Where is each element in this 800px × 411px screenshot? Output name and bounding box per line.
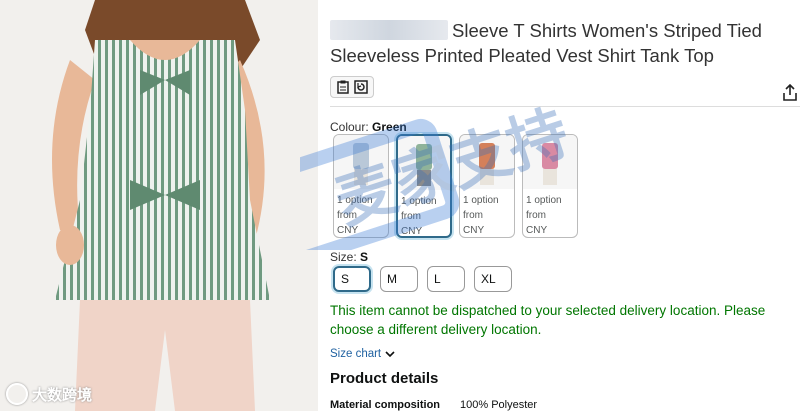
swatch-image	[460, 135, 514, 189]
swatch-image	[334, 135, 388, 189]
delivery-warning: This item cannot be dispatched to your s…	[330, 303, 766, 337]
swatch-meta: 1 option from CNY 77.50	[334, 189, 388, 237]
watermark-logo-icon	[6, 383, 28, 405]
swatch-option-count: 1 option	[337, 195, 373, 206]
colour-option-light-blue[interactable]: 1 option from CNY 77.50	[333, 134, 389, 238]
clipboard-icon[interactable]	[335, 79, 351, 95]
swatch-price: CNY 77.50	[463, 225, 484, 236]
colour-label: Colour: Green	[330, 120, 407, 134]
swatch-meta: 1 option from CNY 77.50	[460, 189, 514, 237]
size-selected-value: S	[360, 250, 369, 264]
colour-option-orange[interactable]: 1 option from CNY 77.50	[459, 134, 515, 238]
corner-watermark: 大数跨境	[6, 383, 92, 405]
swatch-from: from	[401, 211, 421, 222]
material-label: Material composition	[330, 399, 441, 411]
redacted-brand	[330, 20, 448, 40]
size-label-text: Size:	[330, 250, 357, 264]
size-option-s[interactable]: S	[333, 266, 371, 292]
colour-selected-value: Green	[372, 120, 407, 134]
product-main-image[interactable]: 大数跨境	[0, 0, 318, 411]
size-chart-link[interactable]: Size chart	[330, 348, 395, 360]
swatch-image	[398, 136, 450, 190]
size-option-m[interactable]: M	[380, 266, 418, 292]
swatch-shirt	[542, 143, 558, 169]
swatch-shirt	[416, 144, 432, 170]
product-details-heading: Product details	[330, 370, 439, 387]
size-chart-text: Size chart	[330, 348, 382, 360]
colour-label-text: Colour:	[330, 120, 369, 134]
size-option-l[interactable]: L	[427, 266, 465, 292]
swatch-option-count: 1 option	[526, 195, 562, 206]
size-option-xl[interactable]: XL	[474, 266, 512, 292]
swatch-option-count: 1 option	[401, 196, 437, 207]
colour-option-green[interactable]: 1 option from CNY 77.50	[396, 134, 452, 238]
swatch-from: from	[463, 210, 483, 221]
divider	[330, 106, 800, 107]
swatch-meta: 1 option from CNY 77.50	[398, 190, 450, 237]
swatch-price: CNY 77.50	[401, 226, 422, 237]
refresh-icon[interactable]	[353, 79, 369, 95]
swatch-shirt	[479, 143, 495, 169]
chevron-down-icon	[385, 351, 395, 358]
corner-watermark-text: 大数跨境	[32, 386, 93, 404]
size-label: Size: S	[330, 250, 368, 264]
colour-option-pink[interactable]: 1 option from CNY 77.50	[522, 134, 578, 238]
swatch-price: CNY 77.50	[526, 225, 547, 236]
product-title: Sleeve T Shirts Women's Striped Tied Sle…	[330, 18, 780, 68]
swatch-from: from	[337, 210, 357, 221]
material-value: 100% Polyester	[460, 399, 538, 411]
swatch-shirt	[353, 143, 369, 169]
size-options: S M L XL	[333, 266, 512, 292]
swatch-image	[523, 135, 577, 189]
swatch-price: CNY 77.50	[337, 225, 358, 236]
product-info-panel: Sleeve T Shirts Women's Striped Tied Sle…	[330, 0, 800, 411]
swatch-from: from	[526, 210, 546, 221]
colour-swatches: 1 option from CNY 77.50 1 option from CN…	[333, 134, 578, 238]
share-icon[interactable]	[782, 83, 798, 107]
title-tools	[330, 76, 374, 98]
swatch-meta: 1 option from CNY 77.50	[523, 189, 577, 237]
swatch-option-count: 1 option	[463, 195, 499, 206]
